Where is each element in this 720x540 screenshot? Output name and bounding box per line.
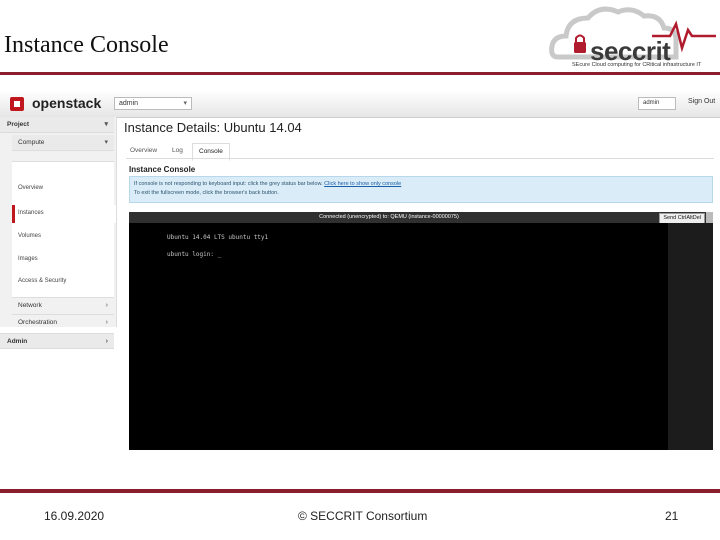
- info-text-fullscreen: To exit the fullscreen mode, click the b…: [134, 190, 279, 196]
- chevron-down-icon: ▾: [183, 100, 187, 107]
- sidebar-item-overview[interactable]: Overview: [18, 185, 43, 191]
- tab-divider: [126, 158, 714, 159]
- sidebar-item-orchestration[interactable]: Orchestration ›: [12, 314, 114, 330]
- seccrit-logo: seccrit SEcure Cloud computing for CRiti…: [548, 2, 720, 72]
- terminal-line: Ubuntu 14.04 LTS ubuntu tty1: [167, 234, 269, 241]
- chevron-right-icon: ›: [105, 302, 108, 309]
- sidebar-item-instances[interactable]: Instances: [18, 210, 44, 216]
- page-heading: Instance Details: Ubuntu 14.04: [124, 120, 302, 135]
- tab-overview[interactable]: Overview: [130, 143, 157, 159]
- sidebar-item-admin[interactable]: Admin ›: [0, 333, 114, 349]
- console-status-bar[interactable]: Connected (unencrypted) to: QEMU (instan…: [129, 212, 713, 224]
- project-select-value: admin: [119, 100, 139, 107]
- sign-out-link[interactable]: Sign Out: [688, 98, 715, 105]
- chevron-right-icon: ›: [105, 319, 108, 326]
- info-text: If console is not responding to keyboard…: [134, 181, 323, 187]
- sidebar-item-label: Orchestration: [18, 319, 58, 326]
- sidebar-item-label: Project: [7, 121, 30, 128]
- sidebar-compute-panel: [12, 161, 114, 297]
- tab-log[interactable]: Log: [172, 143, 183, 159]
- console-margin: [668, 223, 713, 450]
- scrollbar[interactable]: [706, 212, 713, 223]
- chevron-down-icon: ▾: [104, 139, 108, 146]
- info-alert: If console is not responding to keyboard…: [129, 176, 713, 203]
- header-rule: [0, 72, 720, 75]
- sidebar-item-label: Network: [18, 302, 42, 309]
- sidebar: Project ▾ Compute ▾ Overview Instances V…: [0, 117, 117, 349]
- chevron-right-icon: ›: [105, 338, 108, 345]
- sidebar-item-network[interactable]: Network ›: [12, 297, 114, 313]
- user-menu[interactable]: admin: [638, 97, 676, 110]
- chevron-down-icon: ▾: [104, 121, 108, 128]
- page-number: 21: [665, 509, 679, 523]
- app-name[interactable]: openstack: [32, 95, 101, 111]
- footer-date: 16.09.2020: [44, 509, 105, 523]
- console-terminal[interactable]: Ubuntu 14.04 LTS ubuntu tty1 ubuntu logi…: [129, 223, 668, 450]
- show-console-link[interactable]: Click here to show only console: [324, 181, 401, 187]
- sidebar-item-access-security[interactable]: Access & Security: [18, 278, 66, 284]
- sidebar-item-images[interactable]: Images: [18, 256, 38, 262]
- user-menu-label: admin: [643, 100, 660, 106]
- sidebar-item-project[interactable]: Project ▾: [0, 117, 114, 133]
- console-heading: Instance Console: [129, 165, 196, 174]
- console-status-text: Connected (unencrypted) to: QEMU (instan…: [319, 214, 459, 220]
- project-select[interactable]: admin ▾: [114, 97, 192, 110]
- footer-copyright: © SECCRIT Consortium: [298, 509, 428, 523]
- slide-title: Instance Console: [4, 32, 169, 58]
- logo-tagline: SEcure Cloud computing for CRitical infr…: [572, 62, 702, 68]
- terminal-line: ubuntu login: _: [167, 251, 222, 258]
- main-content: Instance Details: Ubuntu 14.04 Overview …: [116, 117, 720, 450]
- sidebar-item-compute[interactable]: Compute ▾: [12, 135, 114, 151]
- sidebar-item-volumes[interactable]: Volumes: [18, 233, 41, 239]
- openstack-screenshot: openstack admin ▾ admin Sign Out Project…: [0, 92, 720, 450]
- sidebar-item-label: Compute: [18, 139, 45, 146]
- openstack-logo-icon: [10, 97, 24, 111]
- footer-rule: [0, 489, 720, 493]
- top-bar: openstack admin ▾ admin Sign Out: [0, 92, 720, 118]
- sidebar-item-label: Admin: [7, 338, 28, 345]
